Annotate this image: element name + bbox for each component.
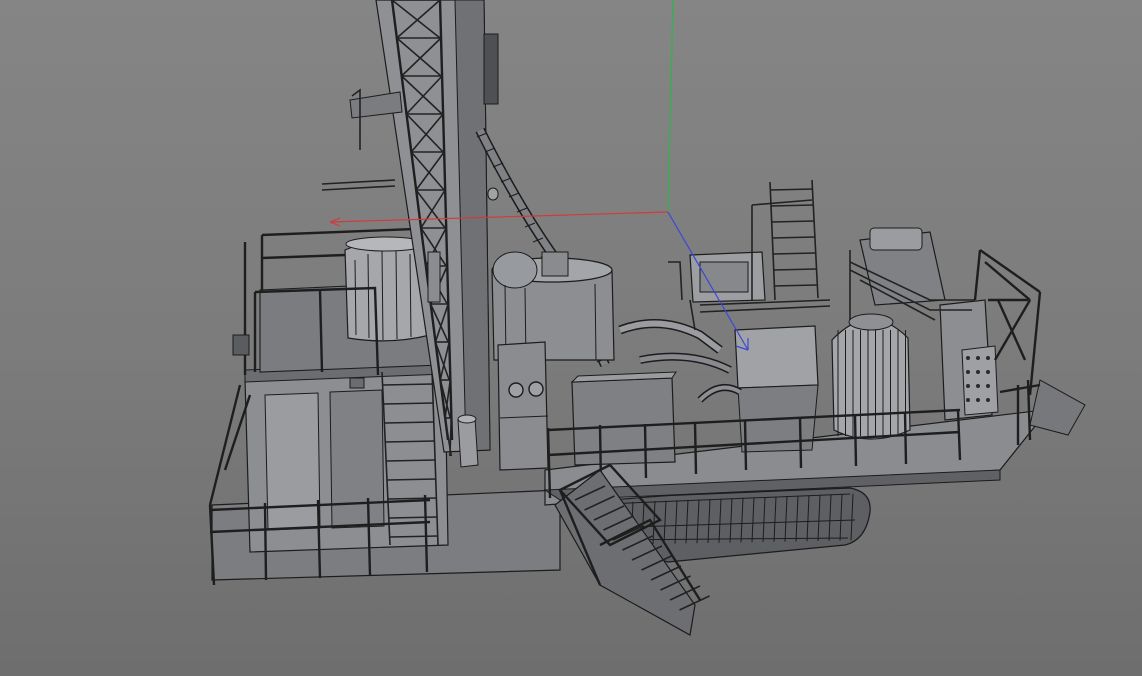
- bolt: [986, 370, 990, 374]
- pressure-vessel[interactable]: [831, 313, 911, 440]
- bolt: [976, 370, 980, 374]
- control-panel[interactable]: [497, 341, 549, 471]
- ladder-rung: [771, 220, 815, 223]
- ladder-rung: [769, 188, 814, 191]
- 3d-viewport[interactable]: [0, 0, 1142, 676]
- ladder-rung: [385, 440, 435, 443]
- ladder-rung: [383, 402, 434, 405]
- bolt: [976, 356, 980, 360]
- bolt: [986, 356, 990, 360]
- ladder-rung: [389, 516, 438, 519]
- ladder-rung: [772, 252, 816, 255]
- drilling-rig-model[interactable]: [208, 0, 1086, 636]
- bolt: [966, 356, 970, 360]
- ladder-rung: [772, 268, 817, 271]
- bolt: [986, 384, 990, 388]
- scene-canvas[interactable]: [0, 0, 1142, 676]
- y-axis-line[interactable]: [667, 0, 674, 213]
- bolt: [976, 384, 980, 388]
- ladder-rung: [771, 236, 815, 239]
- ladder-rung: [770, 204, 814, 207]
- bolt: [966, 384, 970, 388]
- bolt: [976, 398, 980, 402]
- x-axis-line[interactable]: [329, 211, 669, 223]
- bolt: [966, 370, 970, 374]
- ladder-rung: [390, 535, 439, 538]
- ladder-rung: [773, 284, 817, 287]
- ladder-rung: [386, 459, 436, 462]
- ladder-rung: [384, 421, 435, 424]
- bolt: [966, 398, 970, 402]
- ladder-rung: [382, 383, 434, 386]
- bolt: [986, 398, 990, 402]
- ladder-rung: [387, 478, 437, 481]
